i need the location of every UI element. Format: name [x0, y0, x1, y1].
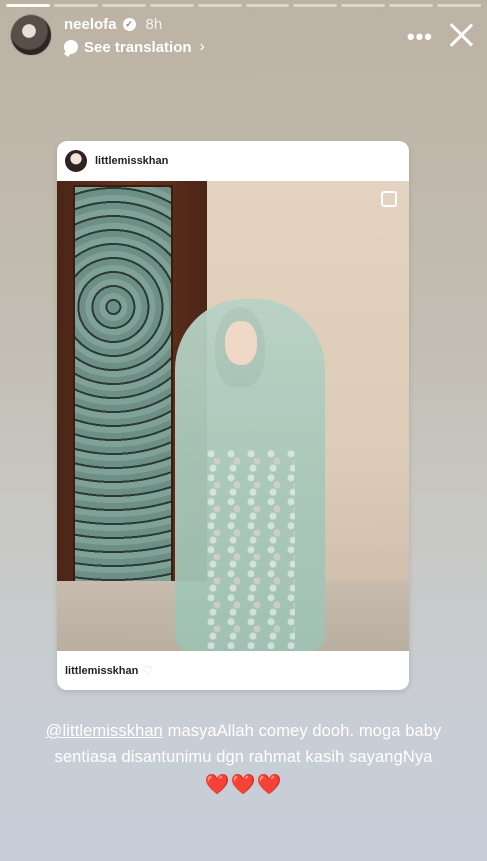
progress-segment	[389, 4, 434, 7]
progress-segment	[101, 4, 146, 7]
progress-segment	[245, 4, 290, 7]
door-glass	[73, 185, 173, 589]
post-author-username[interactable]: littlemisskhan	[95, 155, 168, 167]
more-options-icon[interactable]: •••	[407, 24, 433, 50]
post-photo[interactable]	[57, 181, 409, 651]
post-footer-username[interactable]: littlemisskhan	[65, 665, 138, 677]
person	[175, 299, 325, 651]
progress-segment	[341, 4, 386, 7]
story-header: neelofa ✓ 8h See translation › •••	[8, 12, 479, 58]
progress-segment	[197, 4, 242, 7]
multiple-photos-icon	[381, 191, 397, 207]
post-footer: littlemisskhan ♡	[57, 651, 409, 690]
caption-line-2: sentiasa disantunimu dgn rahmat kasih sa…	[54, 748, 433, 766]
progress-segment	[437, 4, 482, 7]
hearts-emoji: ❤️❤️❤️	[204, 774, 283, 796]
story-time: 8h	[145, 16, 163, 33]
progress-segment	[6, 4, 50, 7]
close-icon[interactable]	[447, 20, 475, 48]
mention-link[interactable]: @littlemisskhan	[46, 722, 163, 740]
verified-badge-icon: ✓	[122, 18, 136, 31]
caption-line-1: @littlemisskhan masyaAllah comey dooh. m…	[20, 718, 467, 744]
progress-segment	[53, 4, 98, 7]
progress-segment	[149, 4, 194, 7]
profile-avatar[interactable]	[10, 14, 52, 56]
see-translation-label: See translation	[84, 38, 192, 56]
see-translation-button[interactable]: See translation ›	[64, 38, 205, 56]
username[interactable]: neelofa	[64, 16, 117, 33]
story-caption: @littlemisskhan masyaAllah comey dooh. m…	[20, 718, 467, 798]
chevron-right-icon: ›	[199, 38, 205, 55]
dress-embroidery	[205, 449, 295, 649]
heart-outline-icon: ♡	[142, 663, 154, 678]
caption-text-1: masyaAllah comey dooh. moga baby	[162, 722, 442, 740]
post-header: littlemisskhan	[57, 141, 409, 181]
username-row: neelofa ✓ 8h	[64, 16, 162, 33]
progress-segment	[293, 4, 338, 7]
speech-bubble-icon	[64, 40, 78, 54]
story-progress-bar	[6, 4, 482, 7]
face	[225, 321, 257, 365]
shared-post-card[interactable]: littlemisskhan littlemisskhan ♡	[57, 141, 409, 690]
post-author-avatar[interactable]	[65, 150, 87, 172]
